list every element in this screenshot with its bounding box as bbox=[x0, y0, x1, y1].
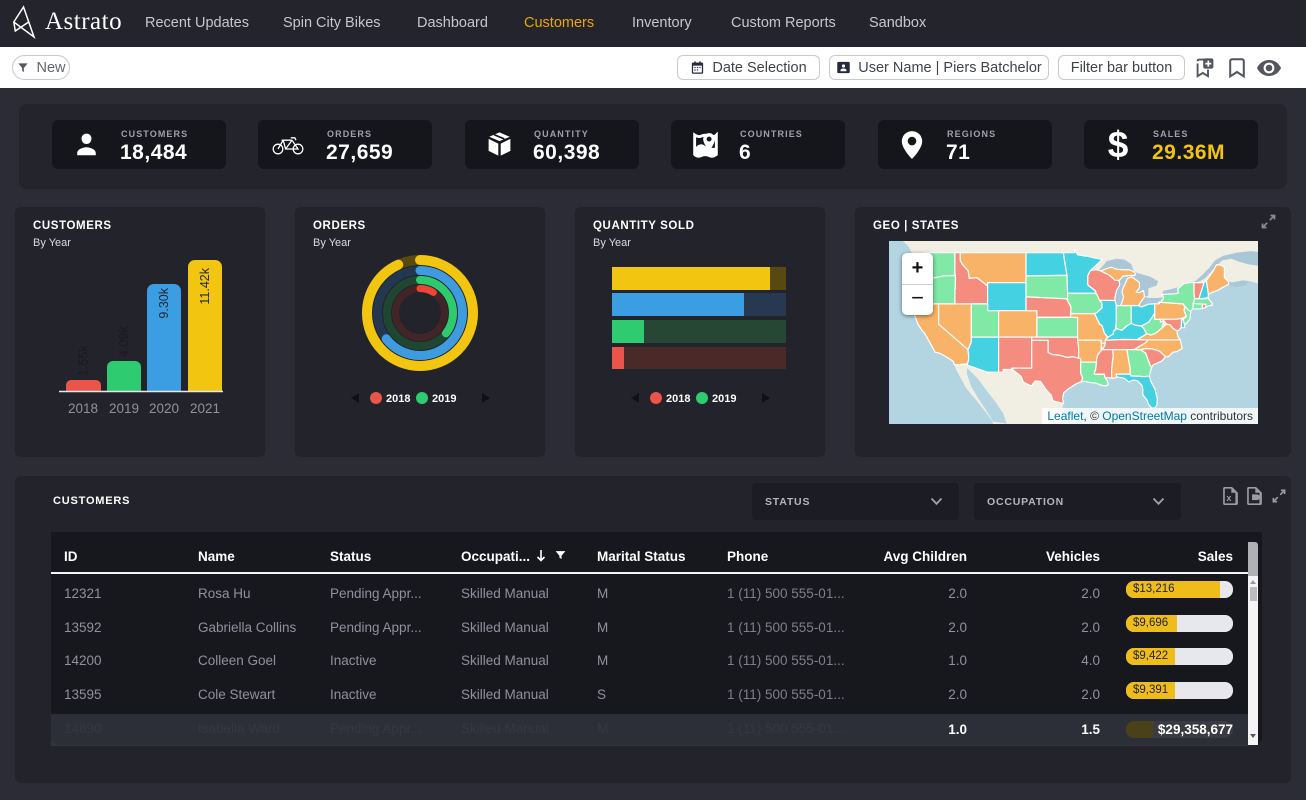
svg-text:2020: 2020 bbox=[149, 401, 179, 416]
svg-text:2019: 2019 bbox=[109, 401, 139, 416]
svg-text:x: x bbox=[1226, 493, 1231, 503]
svg-text:1.55k: 1.55k bbox=[77, 345, 91, 376]
svg-text:4.09k: 4.09k bbox=[117, 326, 131, 357]
svg-text:2019: 2019 bbox=[432, 393, 456, 405]
svg-text:11.42k: 11.42k bbox=[198, 267, 212, 304]
svg-text:2018: 2018 bbox=[68, 401, 98, 416]
svg-text:2019: 2019 bbox=[712, 393, 736, 405]
svg-text:2018: 2018 bbox=[666, 393, 690, 405]
svg-text:2018: 2018 bbox=[386, 393, 410, 405]
svg-text:2021: 2021 bbox=[190, 401, 220, 416]
svg-text:9.30k: 9.30k bbox=[157, 287, 171, 318]
